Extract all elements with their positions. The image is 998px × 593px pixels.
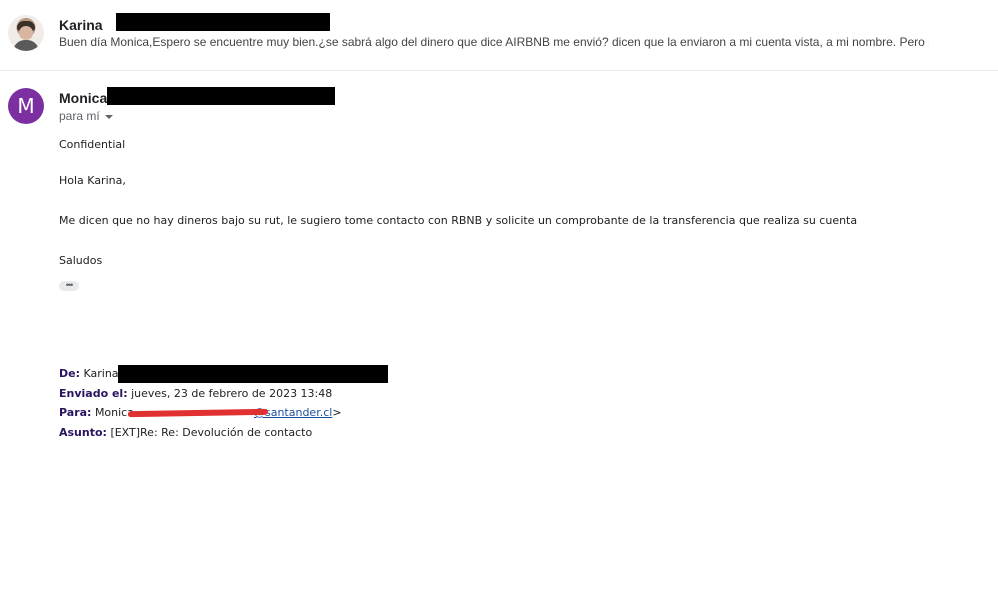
quoted-from-line: De: Karina (59, 367, 119, 380)
message-snippet: Buen día Monica,Espero se encuentre muy … (59, 35, 929, 49)
greeting-text: Hola Karina, (59, 174, 126, 187)
show-trimmed-content-button[interactable]: ••• (59, 281, 79, 291)
recipient-label: para mí (59, 109, 100, 123)
quoted-sent-line: Enviado el: jueves, 23 de febrero de 202… (59, 387, 332, 400)
sent-label: Enviado el: (59, 387, 128, 400)
redaction-bar (107, 87, 335, 105)
from-label: De: (59, 367, 80, 380)
message-collapsed[interactable]: Karina Buen día Monica,Espero se encuent… (0, 0, 998, 71)
redaction-bar (118, 365, 388, 383)
subject-label: Asunto: (59, 426, 107, 439)
quoted-subject-line: Asunto: [EXT]Re: Re: Devolución de conta… (59, 426, 312, 439)
signoff-text: Saludos (59, 254, 103, 267)
from-value: Karina (83, 367, 119, 380)
message-paragraph: Me dicen que no hay dineros bajo su rut,… (59, 214, 858, 227)
redaction-bar (116, 13, 330, 31)
to-close-bracket: > (332, 406, 342, 419)
chevron-down-icon[interactable] (104, 114, 113, 119)
sender-avatar-letter: M (8, 88, 44, 124)
sender-name: Monica (59, 90, 108, 106)
recipient-details-toggle[interactable]: para mí (59, 109, 113, 123)
confidential-label: Confidential (59, 138, 126, 151)
sender-name: Karina (59, 17, 103, 33)
subject-value: [EXT]Re: Re: Devolución de contacto (110, 426, 313, 439)
sent-value: jueves, 23 de febrero de 2023 13:48 (131, 387, 333, 400)
to-label: Para: (59, 406, 92, 419)
sender-avatar-photo (8, 15, 44, 51)
